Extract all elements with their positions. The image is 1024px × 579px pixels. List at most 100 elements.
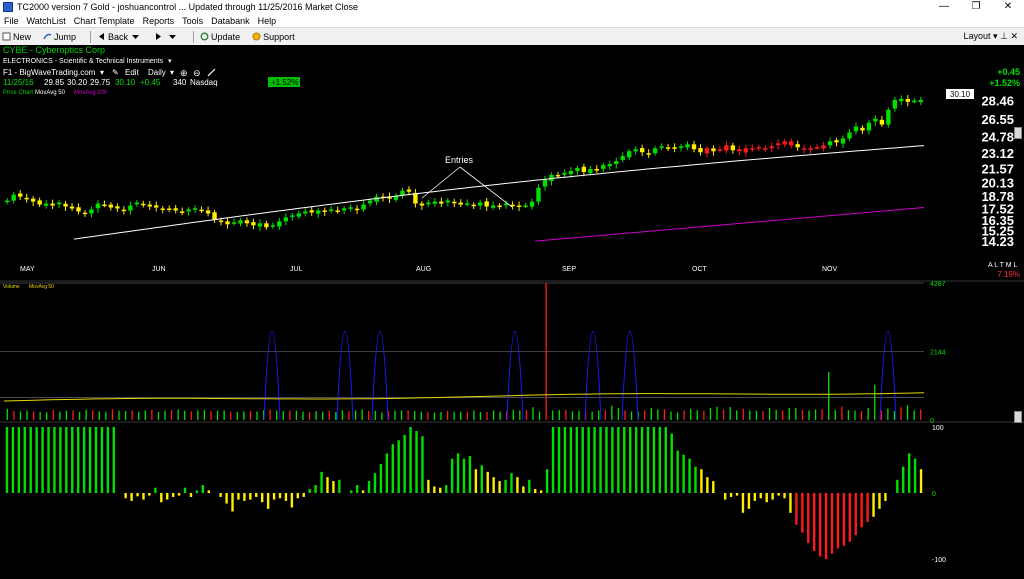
candle-body	[769, 146, 774, 149]
menu-watchlist[interactable]: WatchList	[27, 16, 66, 26]
close-button[interactable]: ✕	[992, 0, 1024, 14]
ma200-line	[534, 207, 925, 242]
entries-annotation: Entries	[445, 155, 474, 165]
candle-body	[11, 194, 16, 201]
layout-menu[interactable]: Layout ▾ ⊥ ✕	[964, 28, 1019, 45]
candle-body	[413, 192, 418, 204]
month-tick-label: SEP	[562, 266, 576, 273]
month-tick-label: JUL	[290, 266, 303, 273]
volume-ma-legend[interactable]: MovAvg 50	[29, 284, 54, 290]
candle-body	[730, 145, 736, 151]
layout-pin-icon[interactable]: ⊥	[1000, 31, 1008, 41]
watchlist-dropdown-icon[interactable]: ▾	[100, 68, 104, 77]
candle-body	[497, 205, 502, 208]
price-scroll-handle[interactable]	[1014, 127, 1022, 139]
layout-close-icon[interactable]: ✕	[1010, 31, 1018, 41]
candle-body	[639, 148, 645, 153]
zoom-out-icon[interactable]: ⊖	[193, 68, 201, 78]
candle-body	[808, 148, 813, 150]
menu-tools[interactable]: Tools	[182, 16, 203, 26]
minimize-button[interactable]: —	[928, 0, 960, 14]
price-tick-label: 26.55	[981, 112, 1014, 127]
watchlist-label[interactable]: F1 - BigWaveTrading.com	[3, 68, 96, 77]
candle-body	[225, 221, 230, 225]
price-tick-label: 14.23	[981, 234, 1014, 249]
candle-body	[5, 200, 10, 203]
update-label: Update	[211, 31, 241, 42]
candle-body	[575, 168, 580, 171]
candle-body	[627, 151, 632, 158]
candle-body	[303, 211, 308, 214]
price-tick-label: 21.57	[981, 161, 1014, 176]
back-label: Back	[108, 31, 129, 42]
volume-tick-label: 2144	[930, 349, 946, 356]
candle-body	[179, 211, 185, 213]
jump-icon	[43, 32, 52, 41]
menu-reports[interactable]: Reports	[143, 16, 175, 26]
volume-ma-path	[3, 392, 925, 402]
back-dropdown-icon[interactable]	[131, 32, 140, 41]
candle-body	[199, 209, 204, 212]
candle-body	[490, 205, 496, 208]
legend-ma200[interactable]: MovAvg 200	[74, 90, 108, 96]
period-selector[interactable]: Daily	[148, 68, 166, 77]
candle-body	[128, 205, 133, 211]
forward-dropdown-icon[interactable]	[168, 32, 177, 41]
candle-body	[477, 202, 483, 206]
legend-price-chart[interactable]: Price Chart	[3, 90, 33, 96]
zoom-in-icon[interactable]: ⊕	[180, 68, 188, 78]
menu-chart-template[interactable]: Chart Template	[74, 16, 135, 26]
quote-volume: 340	[173, 78, 187, 87]
candle-body	[251, 222, 256, 226]
candle-body	[562, 172, 567, 175]
jump-button[interactable]: Jump	[41, 32, 78, 42]
candle-body	[218, 220, 224, 223]
restore-button[interactable]: ❐	[960, 0, 992, 14]
candle-body	[296, 213, 301, 217]
forward-arrow-icon	[154, 32, 163, 41]
window-controls: — ❐ ✕	[928, 0, 1024, 14]
new-button[interactable]: New	[0, 32, 33, 42]
industry-label: ELECTRONICS - Scientific & Technical Ins…	[3, 58, 164, 65]
candle-body	[879, 119, 885, 125]
menu-bar: File WatchList Chart Template Reports To…	[0, 14, 1024, 27]
legend-ma50[interactable]: MovAvg 50	[35, 90, 66, 96]
candle-body	[782, 141, 787, 145]
forward-button[interactable]	[152, 32, 181, 41]
oscillator-chart	[5, 427, 923, 559]
pct-change-badge-text: +1.52%	[271, 78, 298, 87]
period-dropdown-icon[interactable]: ▾	[170, 68, 174, 77]
alert-letters[interactable]: A L T M L	[988, 262, 1018, 269]
draw-tool-icon[interactable]	[207, 68, 216, 77]
volume-legend[interactable]: Volume	[3, 284, 20, 290]
candle-body	[147, 204, 152, 207]
candle-body	[141, 203, 146, 206]
candle-body	[892, 99, 898, 109]
menu-file[interactable]: File	[4, 16, 19, 26]
back-button[interactable]: Back	[95, 32, 144, 42]
month-tick-label: OCT	[692, 266, 708, 273]
update-button[interactable]: Update	[198, 32, 242, 42]
candle-body	[471, 204, 476, 207]
support-button[interactable]: Support	[250, 32, 297, 42]
volume-scroll-handle[interactable]	[1014, 411, 1022, 423]
chart-canvas[interactable]: CYBE - Cyberoptics Corp ELECTRONICS - Sc…	[0, 45, 1024, 576]
new-icon	[2, 32, 11, 41]
industry-dropdown-icon[interactable]: ▾	[168, 58, 172, 65]
candle-body	[95, 203, 101, 209]
right-change: +0.45	[997, 67, 1020, 77]
price-tick-label: 23.12	[981, 146, 1014, 161]
candle-body	[568, 170, 574, 175]
edit-pencil-icon[interactable]: ✎	[112, 68, 119, 77]
ma200-path	[534, 207, 925, 242]
support-icon	[252, 32, 261, 41]
candle-body	[205, 210, 211, 214]
menu-databank[interactable]: Databank	[211, 16, 250, 26]
candle-body	[743, 148, 749, 153]
price-axis: 28.4626.5524.7823.1221.5720.1318.7817.52…	[981, 93, 1014, 248]
menu-help[interactable]: Help	[258, 16, 277, 26]
candle-body	[704, 148, 710, 154]
candle-body	[173, 208, 178, 211]
edit-link[interactable]: Edit	[125, 68, 140, 77]
quote-close: 30.10	[115, 78, 136, 87]
